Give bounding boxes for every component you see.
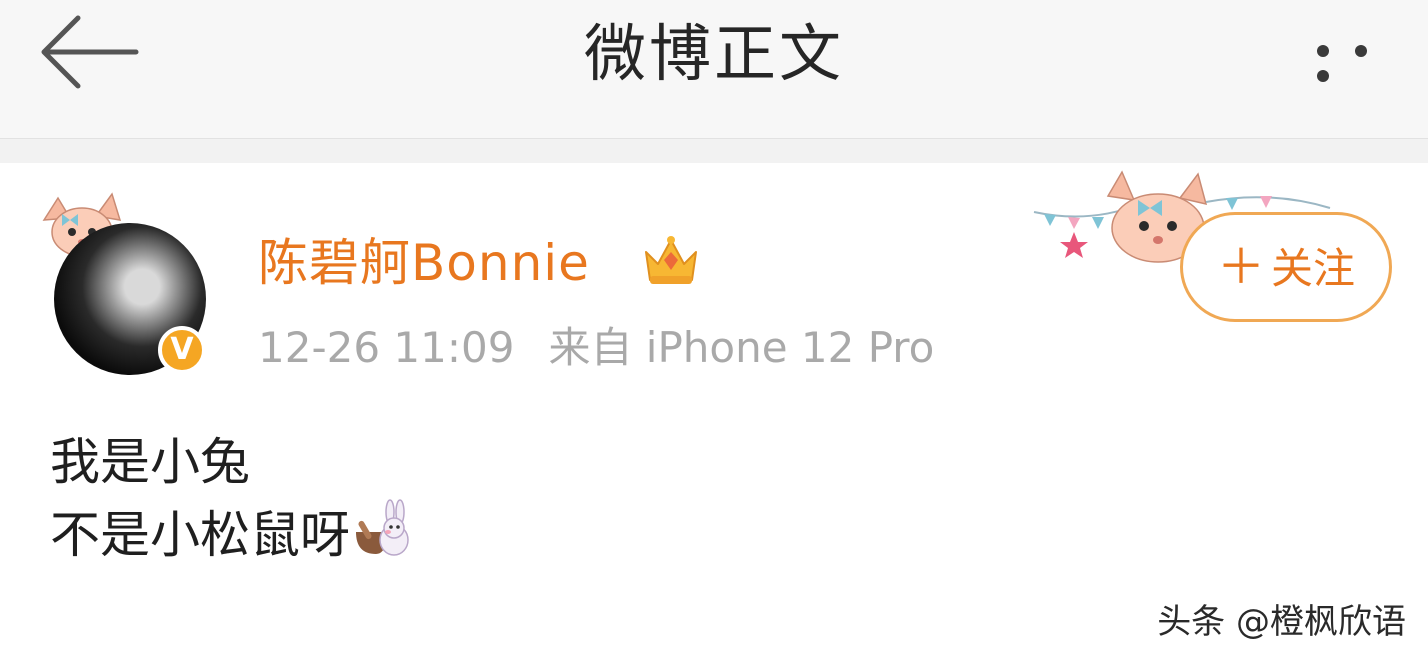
author-name[interactable]: 陈碧舸Bonnie (258, 228, 590, 298)
post-content-line: 我是小兔 (50, 433, 250, 491)
post-content-line-wrapper: 不是小松鼠呀 (50, 498, 412, 571)
rabbit-emoji-icon (356, 499, 409, 556)
page-title: 微博正文 (583, 17, 844, 90)
more-dot-icon (1317, 45, 1329, 57)
verified-v-icon: V (158, 326, 206, 374)
top-navigation-bar: 微博正文 (0, 0, 1428, 139)
post-content-line: 不是小松鼠呀 (50, 506, 350, 564)
plus-icon: ＋ (1216, 239, 1265, 295)
crown-member-icon[interactable] (640, 230, 702, 290)
follow-button[interactable]: ＋关注 (1180, 212, 1392, 322)
more-dot-icon (1317, 70, 1329, 82)
post-time: 12-26 11:09 (258, 323, 515, 372)
section-divider (0, 139, 1428, 163)
post-content: 我是小兔 不是小松鼠呀 (50, 426, 412, 571)
post-meta: 12-26 11:09 来自 iPhone 12 Pro (258, 318, 934, 378)
more-options-button[interactable] (1304, 36, 1404, 82)
source-watermark: 头条 @橙枫欣语 (1157, 602, 1406, 642)
post-source: 来自 iPhone 12 Pro (548, 323, 935, 372)
follow-label: 关注 (1271, 244, 1356, 293)
more-dot-icon (1355, 45, 1367, 57)
